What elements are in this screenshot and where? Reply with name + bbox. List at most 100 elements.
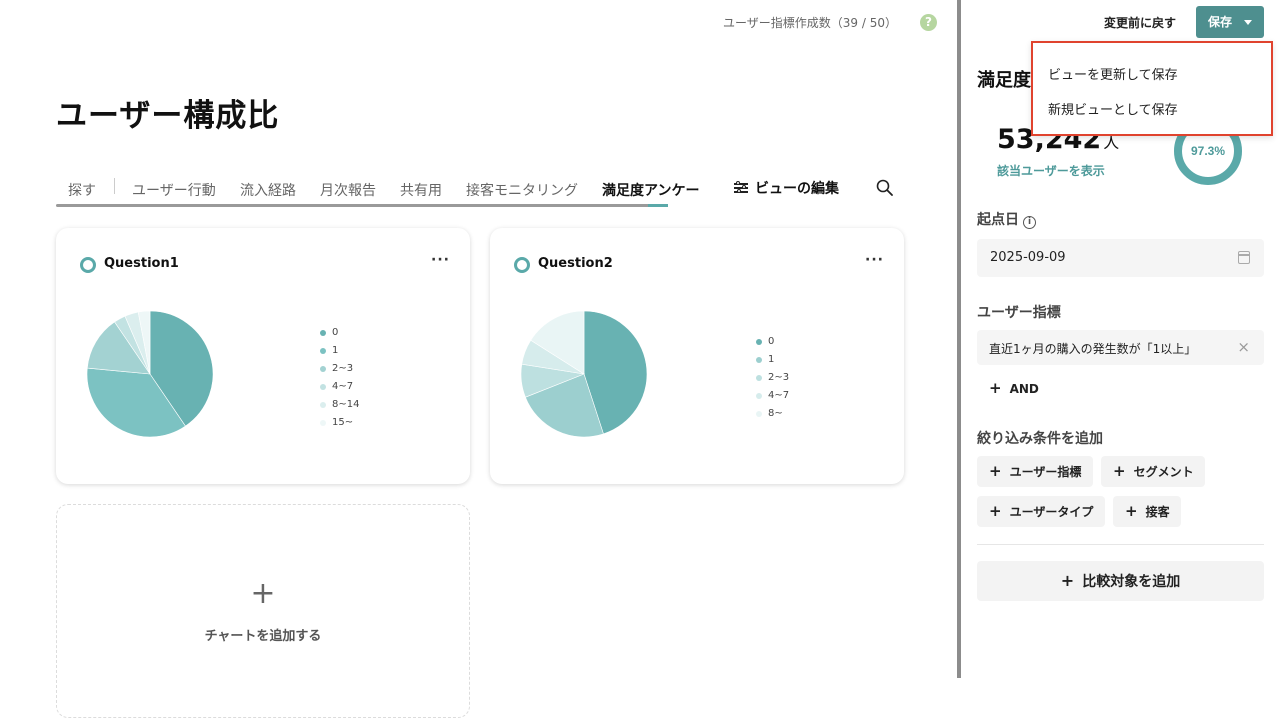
filter-button-label: セグメント xyxy=(1133,465,1194,479)
menu-item-save-as-new-view[interactable]: 新規ビューとして保存 xyxy=(1048,99,1178,118)
legend-label: 4~7 xyxy=(768,390,790,401)
add-user-metric-filter-button[interactable]: + ユーザー指標 xyxy=(977,456,1093,487)
tab-user-behavior[interactable]: ユーザー行動 xyxy=(132,180,216,200)
chart-card-question2: Question2 ··· 0 1 2~3 4~7 8~ xyxy=(490,228,904,484)
caret-down-icon xyxy=(1244,20,1252,25)
close-icon[interactable]: × xyxy=(1237,338,1250,356)
legend-item: 1 xyxy=(320,342,359,360)
tab-campaign-monitoring[interactable]: 接客モニタリング xyxy=(466,180,578,200)
search-icon[interactable] xyxy=(876,179,893,196)
start-date-field[interactable]: 2025-09-09 xyxy=(977,239,1264,277)
gauge-percentage: 97.3% xyxy=(1191,144,1225,158)
legend-swatch xyxy=(320,366,326,372)
legend-swatch xyxy=(320,348,326,354)
plus-icon: + xyxy=(989,502,1002,520)
tab-monthly-report[interactable]: 月次報告 xyxy=(320,180,376,200)
legend-swatch xyxy=(320,420,326,426)
legend-swatch xyxy=(320,384,326,390)
save-label: 保存 xyxy=(1208,15,1233,29)
legend-item: 1 xyxy=(756,351,789,369)
metric-quota-text: ユーザー指標作成数（39 / 50） xyxy=(723,16,897,30)
page-title: ユーザー構成比 xyxy=(56,98,280,134)
more-options-icon[interactable]: ··· xyxy=(865,252,884,268)
legend-item: 8~14 xyxy=(320,396,359,414)
tabs-scroll-track[interactable] xyxy=(56,204,668,207)
add-user-type-filter-button[interactable]: + ユーザータイプ xyxy=(977,496,1105,527)
revert-button[interactable]: 変更前に戻す xyxy=(1104,14,1176,31)
legend-item: 4~7 xyxy=(320,378,359,396)
condition-chip[interactable]: 直近1ヶ月の購入の発生数が「1以上」 × xyxy=(977,330,1264,365)
plus-icon: + xyxy=(1125,502,1138,520)
pie-chart xyxy=(520,310,648,438)
legend-swatch xyxy=(320,402,326,408)
legend-swatch xyxy=(756,339,762,345)
more-options-icon[interactable]: ··· xyxy=(431,252,450,268)
legend-label: 8~ xyxy=(768,408,783,419)
and-label: AND xyxy=(1009,382,1039,396)
legend-item: 2~3 xyxy=(320,360,359,378)
add-segment-filter-button[interactable]: + セグメント xyxy=(1101,456,1205,487)
legend-item: 15~ xyxy=(320,414,359,432)
legend-label: 0 xyxy=(332,327,339,338)
filter-button-label: ユーザータイプ xyxy=(1009,505,1094,519)
user-metric-label: ユーザー指標 xyxy=(977,305,1061,321)
legend-swatch xyxy=(756,393,762,399)
legend-item: 0 xyxy=(756,333,789,351)
legend-swatch xyxy=(756,411,762,417)
start-date-label: 起点日 xyxy=(977,212,1019,228)
save-button[interactable]: 保存 xyxy=(1196,6,1264,38)
legend-swatch xyxy=(756,357,762,363)
active-tab-indicator xyxy=(648,204,668,207)
add-and-condition-button[interactable]: + AND xyxy=(989,379,1039,397)
chart-card-question1: Question1 ··· 0 1 2~3 4~7 8~14 15~ xyxy=(56,228,470,484)
tab-search[interactable]: 探す xyxy=(68,180,96,200)
calendar-icon[interactable] xyxy=(1238,251,1250,264)
tab-divider xyxy=(114,178,115,194)
circle-chart-icon xyxy=(514,257,530,273)
legend-label: 2~3 xyxy=(332,363,354,374)
legend-label: 4~7 xyxy=(332,381,354,392)
tab-satisfaction-survey[interactable]: 満足度アンケー xyxy=(602,180,699,200)
compare-label: 比較対象を追加 xyxy=(1082,574,1181,590)
start-date-section: 起点日 i xyxy=(977,209,1036,229)
chart-title: Question1 xyxy=(104,256,179,271)
start-date-value: 2025-09-09 xyxy=(990,250,1066,265)
legend-label: 1 xyxy=(332,345,339,356)
show-users-link[interactable]: 該当ユーザーを表示 xyxy=(997,162,1105,179)
add-chart-card[interactable]: + チャートを追加する xyxy=(56,504,470,718)
info-icon[interactable]: i xyxy=(1023,216,1036,229)
plus-icon: + xyxy=(989,379,1002,397)
legend-item: 4~7 xyxy=(756,387,789,405)
edit-view-button[interactable]: ビューの編集 xyxy=(734,178,839,198)
menu-item-update-view-and-save[interactable]: ビューを更新して保存 xyxy=(1048,64,1178,83)
save-dropdown-menu: ビューを更新して保存 新規ビューとして保存 xyxy=(1031,41,1273,136)
help-icon[interactable]: ? xyxy=(920,14,937,31)
pie-chart xyxy=(86,310,214,438)
plus-icon: + xyxy=(250,576,276,611)
legend-swatch xyxy=(756,375,762,381)
filter-button-label: 接客 xyxy=(1145,505,1170,519)
main-content: ユーザー指標作成数（39 / 50） ? ユーザー構成比 探す ユーザー行動 流… xyxy=(0,0,957,718)
filter-button-label: ユーザー指標 xyxy=(1009,465,1082,479)
view-tabs: 探す ユーザー行動 流入経路 月次報告 共有用 接客モニタリング 満足度アンケー… xyxy=(56,176,912,210)
tab-inflow-route[interactable]: 流入経路 xyxy=(240,180,296,200)
legend-label: 8~14 xyxy=(332,399,360,410)
legend-label: 1 xyxy=(768,354,775,365)
chart-legend: 0 1 2~3 4~7 8~ xyxy=(756,333,789,423)
filter-section-label: 絞り込み条件を追加 xyxy=(977,431,1103,447)
legend-item: 0 xyxy=(320,324,359,342)
legend-label: 15~ xyxy=(332,417,354,428)
legend-item: 8~ xyxy=(756,405,789,423)
sliders-icon xyxy=(734,181,748,194)
plus-icon: + xyxy=(1060,571,1075,590)
add-comparison-button[interactable]: + 比較対象を追加 xyxy=(977,561,1264,601)
add-campaign-filter-button[interactable]: + 接客 xyxy=(1113,496,1181,527)
chart-title: Question2 xyxy=(538,256,613,271)
divider xyxy=(977,544,1264,545)
add-chart-label: チャートを追加する xyxy=(204,629,322,644)
tab-shared[interactable]: 共有用 xyxy=(400,180,442,200)
legend-swatch xyxy=(320,330,326,336)
chart-legend: 0 1 2~3 4~7 8~14 15~ xyxy=(320,324,359,432)
legend-label: 2~3 xyxy=(768,372,790,383)
legend-label: 0 xyxy=(768,336,775,347)
